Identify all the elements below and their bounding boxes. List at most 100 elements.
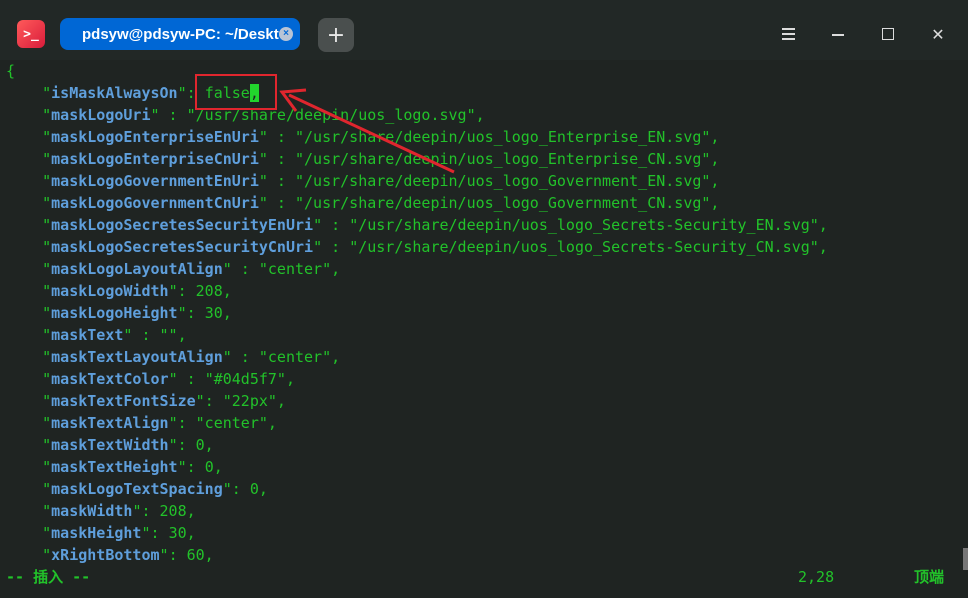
- code-line: "maskLogoHeight": 30,: [42, 304, 232, 322]
- code-line: "maskLogoGovernmentCnUri" : "/usr/share/…: [42, 194, 720, 212]
- code-line: "maskLogoSecretesSecurityCnUri" : "/usr/…: [42, 238, 828, 256]
- json-key: maskTextHeight: [51, 458, 178, 476]
- json-value: 0,: [204, 458, 223, 476]
- json-key: isMaskAlwaysOn: [51, 84, 178, 102]
- json-key: maskLogoUri: [51, 106, 151, 124]
- code-line: "maskTextAlign": "center",: [42, 414, 277, 432]
- json-key: maskLogoWidth: [51, 282, 169, 300]
- json-value: "center",: [258, 348, 341, 366]
- new-tab-button[interactable]: +: [318, 18, 354, 52]
- tab-close-icon[interactable]: ×: [279, 27, 293, 41]
- tab-terminal-desktop[interactable]: pdsyw@pdsyw-PC: ~/Desktop ×: [60, 18, 300, 50]
- json-key: maskLogoGovernmentCnUri: [51, 194, 259, 212]
- json-separator: :: [322, 238, 350, 256]
- json-separator: :: [177, 436, 196, 454]
- json-separator: :: [132, 326, 160, 344]
- json-key: maskText: [51, 326, 124, 344]
- close-window-icon[interactable]: ✕: [926, 22, 950, 46]
- json-key: maskLogoSecretesSecurityCnUri: [51, 238, 314, 256]
- json-value: 60,: [186, 546, 214, 564]
- json-key: maskLogoSecretesSecurityEnUri: [51, 216, 314, 234]
- json-value: "/usr/share/deepin/uos_logo_Government_C…: [295, 194, 720, 212]
- terminal-app-icon[interactable]: >_: [17, 20, 45, 48]
- json-separator: :: [168, 546, 187, 564]
- json-separator: :: [177, 414, 196, 432]
- json-separator: :: [141, 502, 160, 520]
- json-separator: :: [204, 392, 223, 410]
- json-key: maskLogoEnterpriseEnUri: [51, 128, 259, 146]
- json-key: maskLogoTextSpacing: [51, 480, 223, 498]
- code-line: "maskLogoTextSpacing": 0,: [42, 480, 268, 498]
- json-separator: :: [177, 282, 196, 300]
- code-line: "maskTextWidth": 0,: [42, 436, 214, 454]
- minimize-icon[interactable]: [826, 22, 850, 46]
- json-separator: :: [231, 348, 259, 366]
- code-line: "maskLogoWidth": 208,: [42, 282, 232, 300]
- json-separator: :: [186, 304, 205, 322]
- json-value: 0,: [195, 436, 214, 454]
- json-key: maskHeight: [51, 524, 142, 542]
- code-line: "maskWidth": 208,: [42, 502, 196, 520]
- json-key: maskTextAlign: [51, 414, 169, 432]
- code-line: "maskTextHeight": 0,: [42, 458, 223, 476]
- json-separator: :: [267, 150, 295, 168]
- json-value: "/usr/share/deepin/uos_logo_Secrets-Secu…: [349, 238, 828, 256]
- json-separator: :: [177, 370, 205, 388]
- json-value: "/usr/share/deepin/uos_logo_Enterprise_C…: [295, 150, 720, 168]
- json-value: "/usr/share/deepin/uos_logo_Government_E…: [295, 172, 720, 190]
- code-line: "xRightBottom": 60,: [42, 546, 214, 564]
- json-key: xRightBottom: [51, 546, 160, 564]
- json-value: "22px",: [222, 392, 286, 410]
- json-value: "",: [159, 326, 187, 344]
- json-key: maskLogoEnterpriseCnUri: [51, 150, 259, 168]
- title-bar: >_ pdsyw@pdsyw-PC: ~/Desktop × + ✕: [0, 0, 968, 60]
- json-value: 30,: [168, 524, 196, 542]
- annotation-highlight-box: [195, 74, 277, 110]
- json-separator: :: [267, 128, 295, 146]
- json-value: 0,: [249, 480, 268, 498]
- json-key: maskLogoGovernmentEnUri: [51, 172, 259, 190]
- tab-title: pdsyw@pdsyw-PC: ~/Desktop: [82, 25, 282, 43]
- code-line: "maskText" : "",: [42, 326, 187, 344]
- json-key: maskTextFontSize: [51, 392, 196, 410]
- json-key: maskTextLayoutAlign: [51, 348, 223, 366]
- code-line: "maskLogoEnterpriseCnUri" : "/usr/share/…: [42, 150, 720, 168]
- open-brace: {: [6, 62, 16, 80]
- json-value: "center",: [195, 414, 277, 432]
- code-line: "maskHeight": 30,: [42, 524, 196, 542]
- json-separator: :: [150, 524, 169, 542]
- json-separator: :: [231, 260, 259, 278]
- json-value: "/usr/share/deepin/uos_logo_Enterprise_E…: [295, 128, 720, 146]
- json-value: "/usr/share/deepin/uos_logo_Secrets-Secu…: [349, 216, 828, 234]
- json-value: "#04d5f7",: [204, 370, 295, 388]
- code-line: "maskTextColor" : "#04d5f7",: [42, 370, 295, 388]
- menu-icon[interactable]: [776, 22, 800, 46]
- json-value: 208,: [195, 282, 232, 300]
- json-separator: :: [322, 216, 350, 234]
- code-line: "maskLogoLayoutAlign" : "center",: [42, 260, 341, 278]
- json-key: maskWidth: [51, 502, 133, 520]
- json-key: maskLogoLayoutAlign: [51, 260, 223, 278]
- code-line: "maskLogoGovernmentEnUri" : "/usr/share/…: [42, 172, 720, 190]
- json-value: 30,: [204, 304, 232, 322]
- scroll-position: 顶端: [914, 568, 945, 586]
- json-separator: :: [231, 480, 250, 498]
- json-key: maskLogoHeight: [51, 304, 178, 322]
- cursor-position: 2,28: [798, 568, 835, 586]
- maximize-icon[interactable]: [876, 22, 900, 46]
- json-key: maskTextWidth: [51, 436, 169, 454]
- json-value: 208,: [159, 502, 196, 520]
- vim-editor[interactable]: { "isMaskAlwaysOn": false, "maskLogoUri"…: [0, 60, 968, 598]
- json-separator: :: [186, 458, 205, 476]
- json-key: maskTextColor: [51, 370, 169, 388]
- scrollbar[interactable]: [963, 548, 968, 570]
- code-line: "maskLogoEnterpriseEnUri" : "/usr/share/…: [42, 128, 720, 146]
- json-value: "center",: [258, 260, 341, 278]
- json-separator: :: [267, 194, 295, 212]
- json-separator: :: [267, 172, 295, 190]
- code-line: "maskTextLayoutAlign" : "center",: [42, 348, 341, 366]
- json-separator: :: [159, 106, 187, 124]
- vim-mode-indicator: -- 插入 --: [6, 568, 91, 586]
- code-line: "maskTextFontSize": "22px",: [42, 392, 286, 410]
- code-line: "maskLogoSecretesSecurityEnUri" : "/usr/…: [42, 216, 828, 234]
